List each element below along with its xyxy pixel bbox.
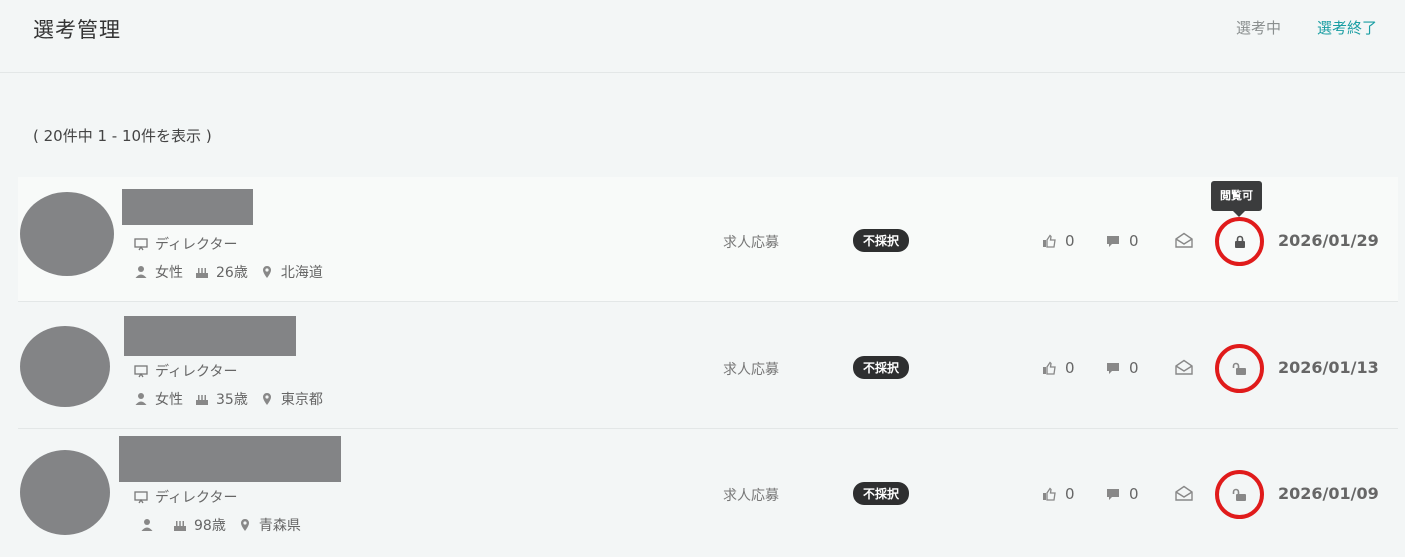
monitor-icon: [134, 490, 148, 504]
profile-line: 女性 35歳 東京都: [134, 389, 323, 409]
avatar: [20, 450, 110, 535]
comments-count: 0: [1106, 359, 1139, 377]
name-redacted: [119, 436, 341, 482]
monitor-icon: [134, 237, 148, 251]
application-source: 求人応募: [723, 488, 779, 504]
likes-count: 0: [1042, 359, 1075, 377]
page-header: 選考管理 選考中 選考終了: [0, 0, 1405, 73]
name-redacted: [124, 316, 296, 356]
map-pin-icon: [260, 392, 274, 406]
date: 2026/01/13: [1278, 358, 1379, 377]
envelope-open-icon[interactable]: [1175, 232, 1193, 248]
result-count: ( 20件中 1 - 10件を表示 ): [33, 127, 212, 145]
birthday-cake-icon: [195, 392, 209, 406]
age-text: 98歳: [194, 518, 226, 534]
tab-finished[interactable]: 選考終了: [1317, 17, 1377, 38]
birthday-cake-icon: [173, 518, 187, 532]
thumbs-up-icon: [1042, 361, 1056, 375]
role-text: ディレクター: [155, 364, 238, 380]
age-text: 26歳: [216, 265, 248, 281]
application-source: 求人応募: [723, 362, 779, 378]
tab-in-progress[interactable]: 選考中: [1236, 17, 1281, 38]
status-badge: 不採択: [853, 482, 910, 505]
location-text: 北海道: [280, 265, 323, 281]
location-text: 青森県: [258, 518, 301, 534]
lock-closed-icon: [1234, 235, 1245, 248]
avatar: [20, 326, 110, 407]
application-source: 求人応募: [723, 235, 779, 251]
lock-toggle[interactable]: [1215, 470, 1264, 519]
status-badge: 不採択: [853, 229, 910, 252]
thumbs-up-icon: [1042, 234, 1056, 248]
role-text: ディレクター: [155, 490, 238, 506]
role-text: ディレクター: [155, 237, 238, 253]
avatar: [20, 192, 114, 276]
envelope-open-icon[interactable]: [1175, 485, 1193, 501]
applicant-row[interactable]: ディレクター 女性 35歳 東京都 求人応募 不採択 0 0 2026/01/1…: [18, 304, 1398, 429]
envelope-open-icon[interactable]: [1175, 359, 1193, 375]
role-line: ディレクター: [134, 234, 237, 254]
age-text: 35歳: [216, 392, 248, 408]
applicant-row[interactable]: ディレクター 女性 26歳 北海道 求人応募 不採択 0 0 2026/01/2…: [18, 177, 1398, 302]
page-title: 選考管理: [33, 18, 121, 42]
role-line: ディレクター: [134, 361, 237, 381]
map-pin-icon: [260, 265, 274, 279]
status-badge: 不採択: [853, 356, 910, 379]
gender-text: 女性: [155, 265, 183, 281]
lock-open-icon: [1232, 362, 1246, 375]
lock-open-icon: [1232, 488, 1246, 501]
gender-text: 女性: [155, 392, 183, 408]
applicant-row[interactable]: ディレクター 98歳 青森県 求人応募 不採択 0 0 2026/01/09: [18, 430, 1398, 555]
comment-icon: [1106, 234, 1120, 248]
date: 2026/01/09: [1278, 484, 1379, 503]
thumbs-up-icon: [1042, 487, 1056, 501]
view-permission-tooltip: 閲覧可: [1211, 181, 1262, 217]
location-text: 東京都: [280, 392, 323, 408]
comments-count: 0: [1106, 485, 1139, 503]
person-icon: [134, 392, 148, 406]
likes-count: 0: [1042, 485, 1075, 503]
likes-count: 0: [1042, 232, 1075, 250]
person-icon: [140, 518, 154, 532]
lock-toggle[interactable]: [1215, 344, 1264, 393]
profile-line: 女性 26歳 北海道: [134, 262, 323, 282]
name-redacted: [122, 189, 253, 225]
map-pin-icon: [238, 518, 252, 532]
role-line: ディレクター: [134, 487, 237, 507]
comment-icon: [1106, 361, 1120, 375]
birthday-cake-icon: [195, 265, 209, 279]
person-icon: [134, 265, 148, 279]
lock-toggle[interactable]: [1215, 217, 1264, 266]
comments-count: 0: [1106, 232, 1139, 250]
profile-line: 98歳 青森県: [140, 515, 301, 535]
comment-icon: [1106, 487, 1120, 501]
monitor-icon: [134, 364, 148, 378]
date: 2026/01/29: [1278, 231, 1379, 250]
